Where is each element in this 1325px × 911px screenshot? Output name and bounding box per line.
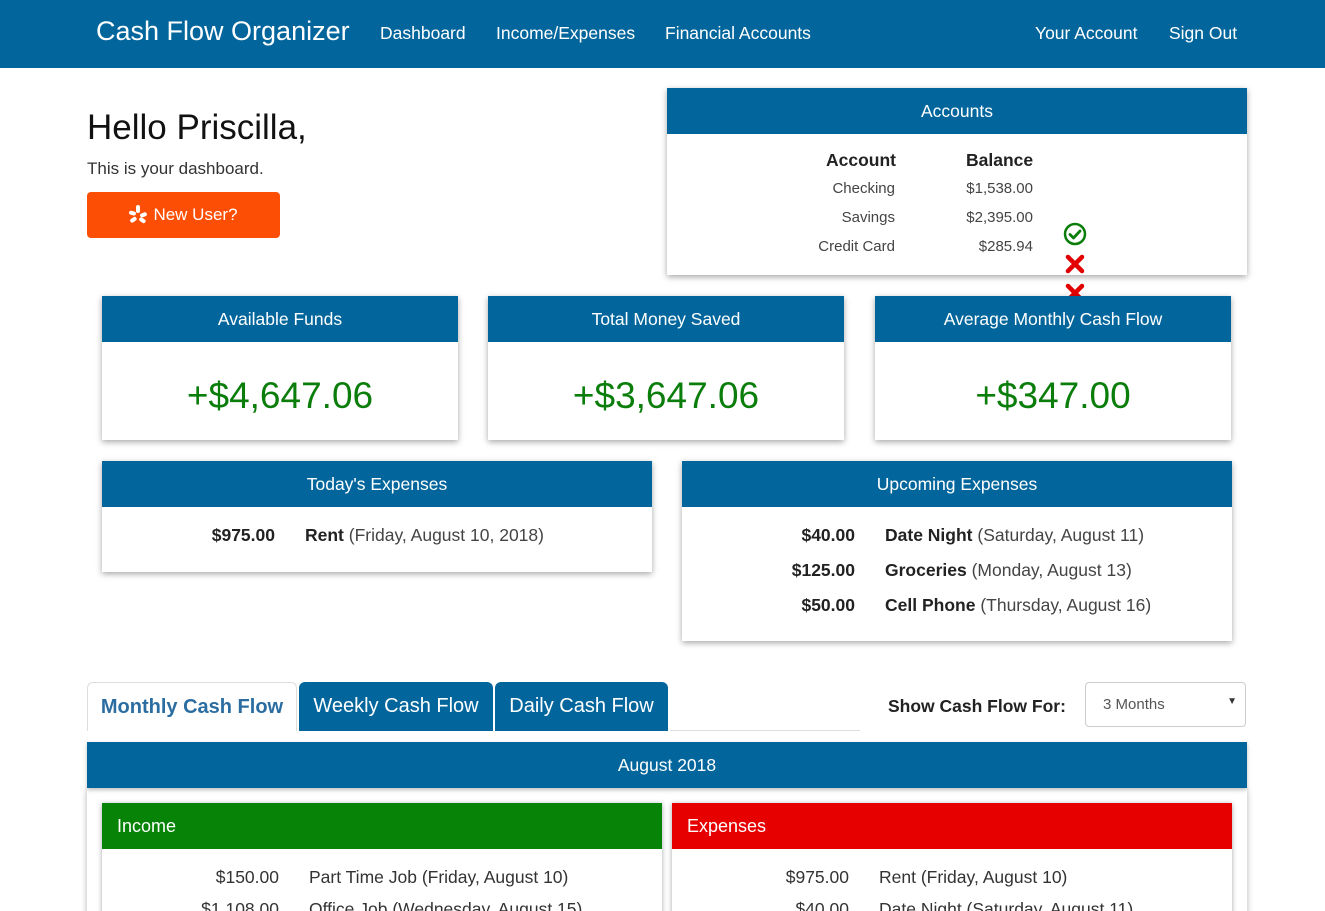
expense-item: Cell Phone (Thursday, August 16) [885,595,1151,616]
account-balance: $1,538.00 [966,180,1033,197]
expense-description: Rent (Friday, August 10) [879,867,1068,887]
accounts-col-balance: Balance [966,150,1034,170]
expense-amount: $40.00 [795,899,849,911]
accounts-title: Accounts [667,88,1247,134]
yelp-burst-icon [129,205,148,224]
account-name: Savings [841,209,895,226]
upcoming-expenses-title: Upcoming Expenses [682,461,1232,507]
stat-value: +$4,647.06 [186,375,374,416]
stat-title: Average Monthly Cash Flow [875,296,1231,342]
income-title: Income [102,803,662,849]
expense-amount: $125.00 [791,560,855,580]
todays-expenses-panel: Today's Expenses $975.00 Rent (Friday, A… [102,461,652,572]
expense-amount: $975.00 [211,525,275,545]
account-balance: $2,395.00 [966,209,1033,226]
stat-value: +$3,647.06 [572,375,760,416]
brand-logo[interactable]: Cash Flow Organizer [96,14,350,48]
check-icon [1063,222,1087,246]
income-description: Part Time Job (Friday, August 10) [309,867,569,887]
nav-financial-accounts[interactable]: Financial Accounts [665,22,811,44]
cash-flow-period-select[interactable]: 3 Months ▼ [1085,682,1246,727]
tab-divider [670,730,860,731]
accounts-panel: Accounts Account Balance Checking $1,538… [667,88,1247,303]
month-title: August 2018 [87,742,1247,788]
accounts-col-account: Account [826,150,896,170]
expense-date: (Thursday, August 16) [980,595,1152,615]
account-name: Credit Card [818,238,895,255]
expense-item: Rent (Friday, August 10, 2018) [305,525,544,546]
stat-value: +$347.00 [975,375,1131,416]
expense-item: Groceries (Monday, August 13) [885,560,1132,581]
expense-item: Date Night (Saturday, August 11) [885,525,1144,546]
show-cash-flow-label: Show Cash Flow For: [888,696,1066,716]
expense-name: Rent [305,525,344,545]
account-name: Checking [832,180,895,197]
expense-amount: $40.00 [801,525,855,545]
new-user-button[interactable]: New User? [87,192,280,238]
expenses-panel: Expenses $975.00 Rent (Friday, August 10… [672,803,1232,911]
expense-date: (Friday, August 10, 2018) [348,525,544,545]
todays-expenses-title: Today's Expenses [102,461,652,507]
income-panel: Income $150.00 Part Time Job (Friday, Au… [102,803,662,911]
tab-weekly-cash-flow[interactable]: Weekly Cash Flow [299,682,493,731]
tab-monthly-cash-flow[interactable]: Monthly Cash Flow [87,682,297,731]
income-description: Office Job (Wednesday, August 15) [309,899,583,911]
expense-description: Date Night (Saturday, August 11) [879,899,1134,911]
nav-income-expenses[interactable]: Income/Expenses [496,22,635,44]
nav-sign-out[interactable]: Sign Out [1169,22,1237,44]
total-money-saved-card: Total Money Saved +$3,647.06 [488,296,844,440]
income-amount: $150.00 [215,867,279,887]
chevron-down-icon: ▼ [1227,696,1237,707]
new-user-label: New User? [153,205,238,224]
stat-title: Available Funds [102,296,458,342]
select-value: 3 Months [1103,696,1165,713]
nav-dashboard[interactable]: Dashboard [380,22,466,44]
expense-name: Groceries [885,560,967,580]
navbar: Cash Flow Organizer Dashboard Income/Exp… [0,0,1325,68]
upcoming-expenses-panel: Upcoming Expenses $40.00 Date Night (Sat… [682,461,1232,641]
expense-date: (Saturday, August 11) [977,525,1145,545]
expense-amount: $975.00 [785,867,849,887]
expenses-title: Expenses [672,803,1232,849]
expense-amount: $50.00 [801,595,855,615]
greeting-title: Hello Priscilla, [87,108,307,147]
expense-name: Date Night [885,525,973,545]
available-funds-card: Available Funds +$4,647.06 [102,296,458,440]
income-amount: $1,108.00 [201,899,279,911]
tab-daily-cash-flow[interactable]: Daily Cash Flow [495,682,668,731]
average-monthly-cash-flow-card: Average Monthly Cash Flow +$347.00 [875,296,1231,440]
account-balance: $285.94 [978,238,1033,255]
greeting-subtitle: This is your dashboard. [87,159,264,178]
cross-icon [1065,254,1085,274]
nav-your-account[interactable]: Your Account [1035,22,1138,44]
stat-title: Total Money Saved [488,296,844,342]
expense-date: (Monday, August 13) [971,560,1132,580]
expense-name: Cell Phone [885,595,976,615]
